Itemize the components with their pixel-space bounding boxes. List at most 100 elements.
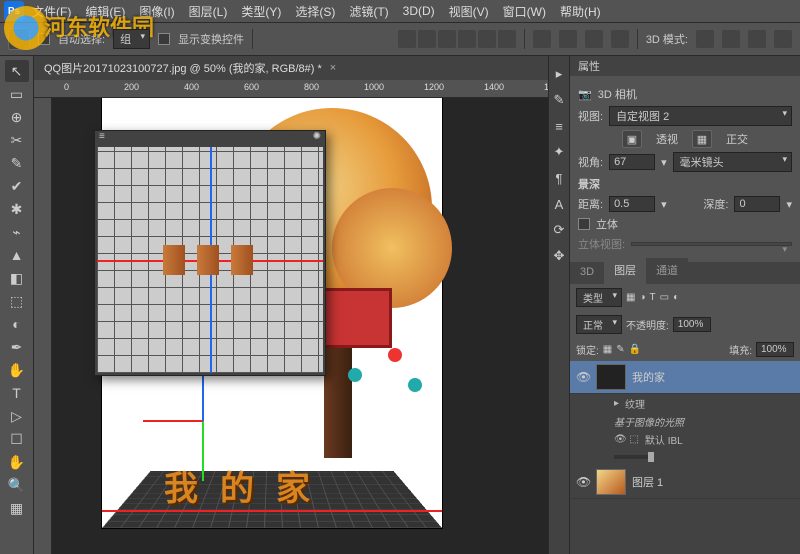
menu-layer[interactable]: 图层(L) xyxy=(183,1,234,22)
brush-presets-icon[interactable]: ≡ xyxy=(551,118,567,134)
move-tool-icon[interactable] xyxy=(8,28,30,50)
stamp-tool[interactable]: ⌁ xyxy=(5,221,29,243)
layer-sub[interactable]: 👁 ⬚ 默认 IBL xyxy=(570,430,800,448)
healing-tool[interactable]: ✔ xyxy=(5,175,29,197)
zoom-tool[interactable]: 🔍 xyxy=(5,474,29,496)
align-icon[interactable] xyxy=(438,30,456,48)
filter-adjust-icon[interactable]: ◑ xyxy=(639,292,645,303)
panel-light-icon[interactable]: ✺ xyxy=(313,131,321,145)
brush-tool[interactable]: ✱ xyxy=(5,198,29,220)
menu-select[interactable]: 选择(S) xyxy=(289,1,341,22)
distribute-icon[interactable] xyxy=(585,30,603,48)
depth-input[interactable]: 0 xyxy=(734,196,780,212)
dodge-tool[interactable]: ✒ xyxy=(5,336,29,358)
gradient-tool[interactable]: ⬚ xyxy=(5,290,29,312)
nav-icon[interactable]: ✥ xyxy=(551,248,567,264)
filter-smart-icon[interactable]: ◐ xyxy=(673,292,679,303)
tab-3d[interactable]: 3D xyxy=(570,262,604,284)
layer-slider[interactable] xyxy=(570,448,800,466)
menu-image[interactable]: 图像(I) xyxy=(133,1,180,22)
align-icon[interactable] xyxy=(458,30,476,48)
layer-thumbnail[interactable] xyxy=(596,364,626,390)
blur-tool[interactable]: ◐ xyxy=(5,313,29,335)
move-tool[interactable]: ↖ xyxy=(5,60,29,82)
opacity-input[interactable]: 100% xyxy=(673,317,711,332)
properties-tab[interactable]: 属性 xyxy=(570,56,800,76)
eraser-tool[interactable]: ◧ xyxy=(5,267,29,289)
menu-3d[interactable]: 3D(D) xyxy=(397,2,441,20)
3d-orbit-icon[interactable] xyxy=(696,30,714,48)
3d-slide-icon[interactable] xyxy=(748,30,766,48)
lock-all-icon[interactable]: 🔒 xyxy=(629,344,641,355)
tab-channels[interactable]: 通道 xyxy=(646,258,688,284)
view-dropdown[interactable]: 自定视图 2 xyxy=(609,106,792,126)
document-tab[interactable]: QQ图片20171023100727.jpg @ 50% (我的家, RGB/8… xyxy=(34,56,548,80)
lens-dropdown[interactable]: 毫米镜头 xyxy=(673,152,792,172)
filter-shape-icon[interactable]: ▭ xyxy=(660,292,669,303)
ruler-vertical[interactable] xyxy=(34,98,52,554)
align-icon[interactable] xyxy=(498,30,516,48)
type-tool[interactable]: T xyxy=(5,382,29,404)
secondary-view-panel[interactable]: ≡ ✺ xyxy=(94,130,326,376)
guide-line[interactable] xyxy=(102,510,442,512)
layer-sub[interactable]: ▸ 纹理 xyxy=(570,394,800,412)
menu-edit[interactable]: 编辑(E) xyxy=(79,1,131,22)
align-icon[interactable] xyxy=(418,30,436,48)
blend-mode-dropdown[interactable]: 正常 xyxy=(576,315,622,334)
auto-select-dropdown[interactable]: 组 xyxy=(113,29,150,49)
align-icon[interactable] xyxy=(398,30,416,48)
layer-name[interactable]: 图层 1 xyxy=(632,474,663,490)
character-icon[interactable]: A xyxy=(551,196,567,212)
shape-tool[interactable]: ☐ xyxy=(5,428,29,450)
pen-tool[interactable]: ✋ xyxy=(5,359,29,381)
filter-type-dropdown[interactable]: 类型 xyxy=(576,288,622,307)
refresh-icon[interactable]: ⟳ xyxy=(551,222,567,238)
3d-axis-widget[interactable] xyxy=(142,376,262,466)
history-brush-tool[interactable]: ▲ xyxy=(5,244,29,266)
filter-type-icon[interactable]: T xyxy=(650,292,656,303)
panel-menu-icon[interactable]: ≡ xyxy=(99,131,105,145)
tab-layers[interactable]: 图层 xyxy=(604,258,646,284)
stereo-checkbox[interactable] xyxy=(578,218,590,230)
distribute-icon[interactable] xyxy=(559,30,577,48)
distribute-icon[interactable] xyxy=(533,30,551,48)
crop-tool[interactable]: ✂ xyxy=(5,129,29,151)
layer-row[interactable]: 👁 图层 1 xyxy=(570,466,800,499)
lasso-tool[interactable]: ⊕ xyxy=(5,106,29,128)
3d-scale-icon[interactable] xyxy=(774,30,792,48)
3d-pan-icon[interactable] xyxy=(722,30,740,48)
close-tab-icon[interactable]: × xyxy=(330,62,336,74)
3d-overview-grid[interactable] xyxy=(97,147,323,373)
fov-input[interactable]: 67 xyxy=(609,154,655,170)
distribute-icon[interactable] xyxy=(611,30,629,48)
menu-filter[interactable]: 滤镜(T) xyxy=(343,1,394,22)
menu-type[interactable]: 类型(Y) xyxy=(235,1,287,22)
3d-text[interactable]: 我的家 xyxy=(164,461,332,510)
paragraph-icon[interactable]: ¶ xyxy=(551,170,567,186)
visibility-icon[interactable]: 👁 xyxy=(576,370,590,384)
fill-input[interactable]: 100% xyxy=(756,342,794,357)
expand-icon[interactable]: ▸ xyxy=(551,66,567,82)
color-swatch[interactable]: ▦ xyxy=(5,497,29,519)
ruler-horizontal[interactable]: 0 200 400 600 800 1000 1200 1400 1600 xyxy=(34,80,548,98)
menu-view[interactable]: 视图(V) xyxy=(443,1,495,22)
visibility-icon[interactable]: 👁 xyxy=(576,475,590,489)
menu-help[interactable]: 帮助(H) xyxy=(554,1,607,22)
show-transform-checkbox[interactable] xyxy=(158,33,170,45)
eyedropper-tool[interactable]: ✎ xyxy=(5,152,29,174)
distance-input[interactable]: 0.5 xyxy=(609,196,655,212)
align-icon[interactable] xyxy=(478,30,496,48)
clone-source-icon[interactable]: ✦ xyxy=(551,144,567,160)
hand-tool[interactable]: ✋ xyxy=(5,451,29,473)
ortho-icon[interactable]: ▦ xyxy=(692,130,712,148)
lock-pixels-icon[interactable]: ▦ xyxy=(603,344,612,355)
lock-position-icon[interactable]: ✎ xyxy=(616,344,624,355)
menu-window[interactable]: 窗口(W) xyxy=(497,1,552,22)
layer-thumbnail[interactable] xyxy=(596,469,626,495)
auto-select-checkbox[interactable] xyxy=(38,33,50,45)
perspective-icon[interactable]: ▣ xyxy=(622,130,642,148)
layer-name[interactable]: 我的家 xyxy=(632,369,665,385)
brush-panel-icon[interactable]: ✎ xyxy=(551,92,567,108)
path-tool[interactable]: ▷ xyxy=(5,405,29,427)
menu-file[interactable]: 文件(F) xyxy=(26,1,77,22)
